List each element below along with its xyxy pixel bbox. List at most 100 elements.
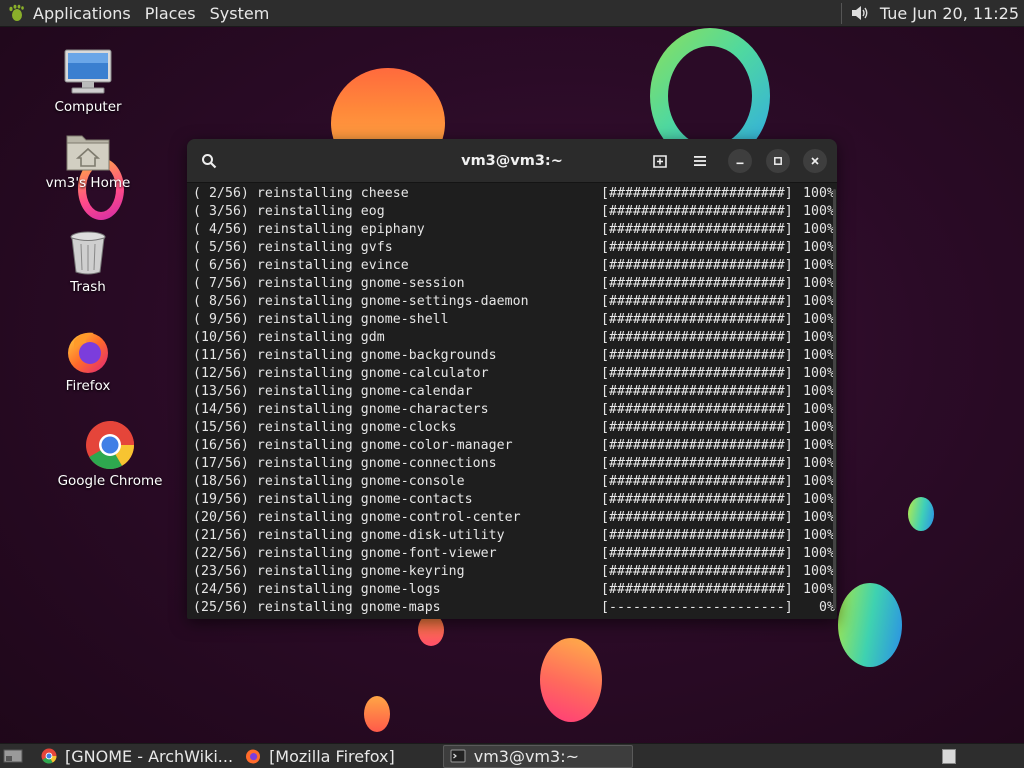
terminal-line-text: (13/56) reinstalling gnome-calendar xyxy=(193,384,473,399)
taskbar-item-label: [GNOME - ArchWiki... xyxy=(65,746,234,766)
progress-percent: 100% xyxy=(803,330,835,345)
progress-bar-text: [######################] xyxy=(601,564,793,579)
progress-percent: 100% xyxy=(803,492,835,507)
progress-percent: 100% xyxy=(803,384,835,399)
terminal-line-text: (10/56) reinstalling gdm xyxy=(193,330,385,345)
volume-icon[interactable] xyxy=(850,4,870,22)
terminal-line: (13/56) reinstalling gnome-calendar [####… xyxy=(193,383,837,401)
home-folder-icon xyxy=(66,135,110,171)
terminal-line: ( 4/56) reinstalling epiphany [##########… xyxy=(193,221,837,239)
progress-percent: 100% xyxy=(803,222,835,237)
progress-bar-text: [######################] xyxy=(601,582,793,597)
menu-applications[interactable]: Applications xyxy=(33,0,131,27)
terminal-output[interactable]: ( 2/56) reinstalling cheese [############… xyxy=(187,183,837,617)
terminal-line: (18/56) reinstalling gnome-console [#####… xyxy=(193,473,837,491)
terminal-line: (19/56) reinstalling gnome-contacts [####… xyxy=(193,491,837,509)
wallpaper-shape xyxy=(908,497,934,531)
terminal-line-text: ( 5/56) reinstalling gvfs xyxy=(193,240,393,255)
terminal-line: (15/56) reinstalling gnome-clocks [######… xyxy=(193,419,837,437)
terminal-line: ( 5/56) reinstalling gvfs [##############… xyxy=(193,239,837,257)
progress-percent: 100% xyxy=(803,546,835,561)
progress-percent: 100% xyxy=(803,474,835,489)
terminal-line: (17/56) reinstalling gnome-connections [#… xyxy=(193,455,837,473)
menu-places[interactable]: Places xyxy=(145,0,196,27)
progress-bar-text: [######################] xyxy=(601,492,793,507)
progress-bar-text: [######################] xyxy=(601,420,793,435)
wallpaper-shape xyxy=(838,583,902,667)
computer-icon xyxy=(64,49,112,94)
terminal-line: (25/56) reinstalling gnome-maps [--------… xyxy=(193,599,837,617)
terminal-lines: ( 2/56) reinstalling cheese [############… xyxy=(193,185,837,617)
menu-system[interactable]: System xyxy=(210,0,270,27)
progress-percent: 100% xyxy=(803,456,835,471)
terminal-scrollbar[interactable] xyxy=(833,189,836,609)
terminal-line-text: (18/56) reinstalling gnome-console xyxy=(193,474,465,489)
terminal-line-text: (25/56) reinstalling gnome-maps xyxy=(193,600,441,615)
progress-bar-text: [######################] xyxy=(601,330,793,345)
taskbar-item-chrome[interactable]: [GNOME - ArchWiki... xyxy=(35,744,239,768)
terminal-line: ( 7/56) reinstalling gnome-session [#####… xyxy=(193,275,837,293)
top-panel-tray: Tue Jun 20, 11:25 xyxy=(840,0,1024,27)
firefox-icon xyxy=(68,332,108,373)
terminal-window[interactable]: vm3@vm3:~ (2/56) reinstalling cheese [#… xyxy=(187,139,837,619)
new-tab-icon xyxy=(653,155,667,168)
terminal-line-text: (21/56) reinstalling gnome-disk-utility xyxy=(193,528,505,543)
taskbar-item-label: [Mozilla Firefox] xyxy=(269,746,395,766)
terminal-line: (10/56) reinstalling gdm [###############… xyxy=(193,329,837,347)
taskbar-item-terminal[interactable]: vm3@vm3:~ xyxy=(442,744,633,768)
progress-bar-text: [######################] xyxy=(601,204,793,219)
progress-percent: 100% xyxy=(803,420,835,435)
desktop-icon-label: Computer xyxy=(54,99,122,115)
show-desktop-icon[interactable] xyxy=(3,748,23,764)
progress-bar-text: [######################] xyxy=(601,222,793,237)
desktop-icon-trash[interactable]: Trash xyxy=(33,230,143,295)
new-tab-button[interactable] xyxy=(647,148,673,174)
search-icon xyxy=(202,154,217,169)
trash-icon xyxy=(70,231,106,275)
progress-percent: 100% xyxy=(803,510,835,525)
desktop-icon-home[interactable]: vm3's Home xyxy=(33,128,143,191)
terminal-line-text: ( 8/56) reinstalling gnome-settings-daem… xyxy=(193,294,529,309)
progress-percent: 100% xyxy=(803,276,835,291)
gnome-foot-icon[interactable] xyxy=(7,4,25,22)
desktop-icon-chrome[interactable]: Google Chrome xyxy=(55,420,165,489)
terminal-titlebar[interactable]: vm3@vm3:~ xyxy=(187,139,837,183)
progress-percent: 100% xyxy=(803,204,835,219)
terminal-line: (22/56) reinstalling gnome-font-viewer [#… xyxy=(193,545,837,563)
close-button[interactable] xyxy=(803,149,827,173)
progress-percent: 100% xyxy=(803,258,835,273)
progress-bar-text: [######################] xyxy=(601,240,793,255)
hamburger-menu-icon xyxy=(694,156,706,166)
terminal-line-text: (20/56) reinstalling gnome-control-cente… xyxy=(193,510,521,525)
chrome-icon xyxy=(41,748,57,764)
terminal-line-text: (22/56) reinstalling gnome-font-viewer xyxy=(193,546,497,561)
terminal-line-text: (23/56) reinstalling gnome-keyring xyxy=(193,564,465,579)
minimize-button[interactable] xyxy=(728,149,752,173)
terminal-line-text: ( 3/56) reinstalling eog xyxy=(193,204,385,219)
progress-percent: 100% xyxy=(803,294,835,309)
progress-bar-text: [######################] xyxy=(601,366,793,381)
progress-bar-text: [######################] xyxy=(601,312,793,327)
terminal-line: (14/56) reinstalling gnome-characters [##… xyxy=(193,401,837,419)
progress-percent: 100% xyxy=(803,402,835,417)
maximize-icon xyxy=(774,157,782,165)
desktop-icon-computer[interactable]: Computer xyxy=(33,48,143,115)
progress-bar-text: [######################] xyxy=(601,456,793,471)
wallpaper-shape xyxy=(364,696,390,732)
terminal-line-text: (14/56) reinstalling gnome-characters xyxy=(193,402,489,417)
terminal-line: ( 6/56) reinstalling evince [############… xyxy=(193,257,837,275)
taskbar-item-firefox[interactable]: [Mozilla Firefox] xyxy=(239,744,401,768)
maximize-button[interactable] xyxy=(766,149,790,173)
progress-percent: 100% xyxy=(803,186,835,201)
terminal-line-text: (12/56) reinstalling gnome-calculator xyxy=(193,366,489,381)
progress-bar-text: [######################] xyxy=(601,276,793,291)
search-button[interactable] xyxy=(196,148,222,174)
workspace-switcher-icon[interactable] xyxy=(942,748,956,764)
terminal-line-text: (19/56) reinstalling gnome-contacts xyxy=(193,492,473,507)
desktop-icon-firefox[interactable]: Firefox xyxy=(33,327,143,394)
progress-percent: 100% xyxy=(803,240,835,255)
clock[interactable]: Tue Jun 20, 11:25 xyxy=(880,4,1019,23)
terminal-line: (23/56) reinstalling gnome-keyring [#####… xyxy=(193,563,837,581)
progress-percent: 100% xyxy=(803,312,835,327)
menu-button[interactable] xyxy=(687,148,713,174)
